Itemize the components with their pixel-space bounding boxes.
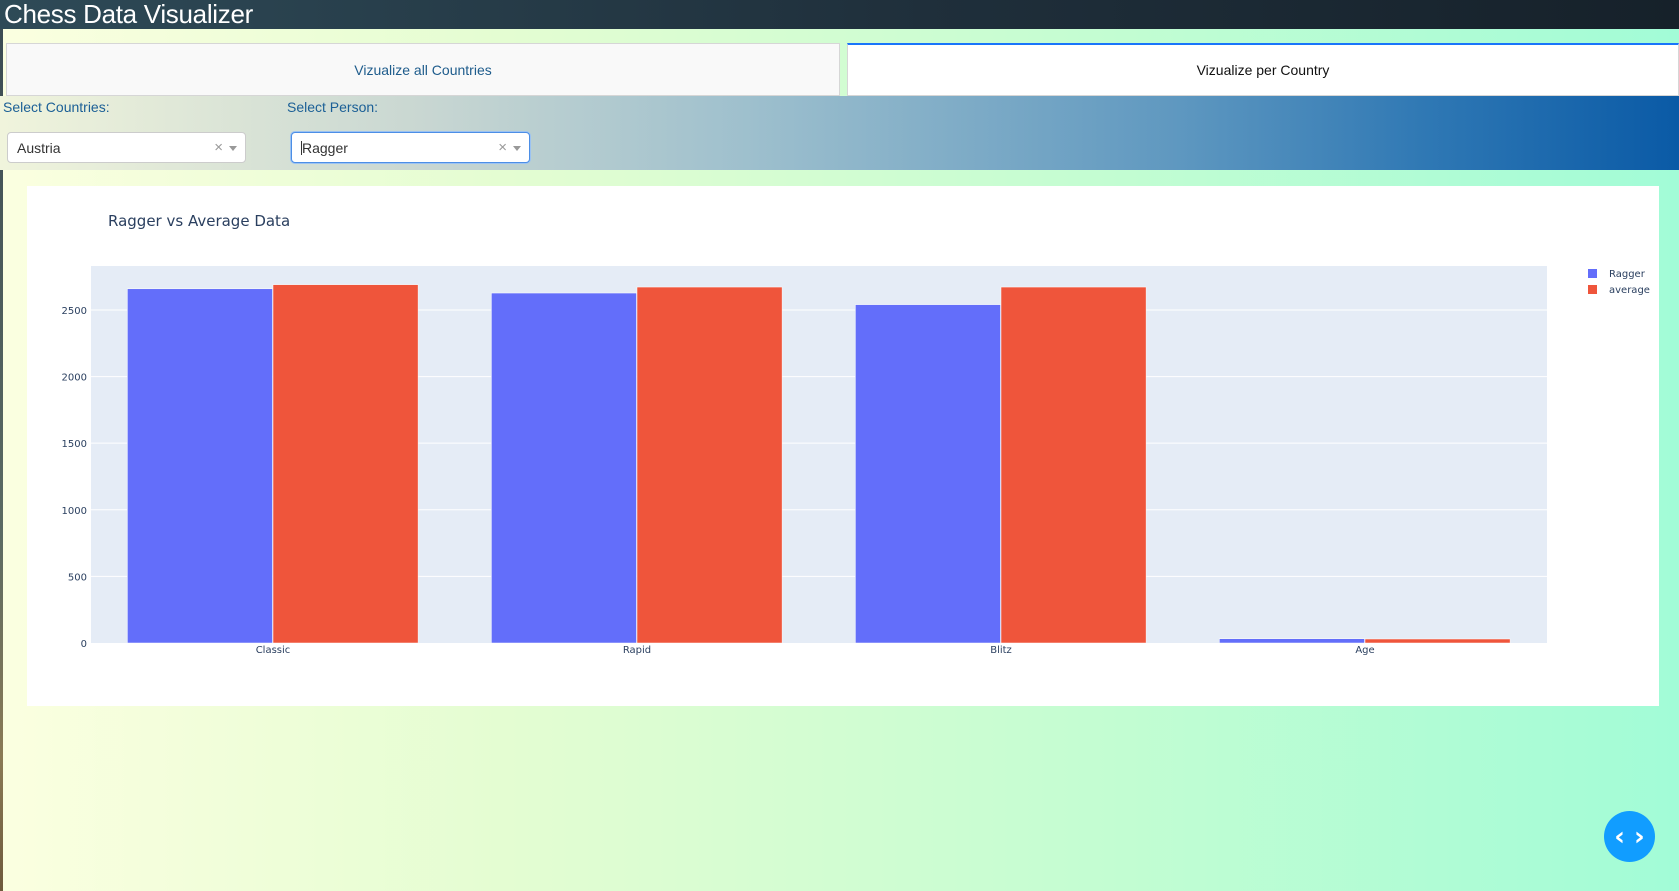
x-tick-label: Blitz xyxy=(990,645,1012,656)
y-tick-label: 500 xyxy=(68,572,87,583)
person-clear-icon[interactable]: × xyxy=(498,139,507,156)
y-tick-label: 2000 xyxy=(62,373,87,384)
chart-card: Ragger vs Average Data 0 500 1000 1500 2000 2… xyxy=(27,186,1659,706)
bar-ragger-age xyxy=(1219,638,1365,644)
tab-bar: Vizualize all Countries Vizualize per Co… xyxy=(6,43,1679,96)
legend-label-average: average xyxy=(1609,285,1650,296)
x-tick-label: Age xyxy=(1355,645,1374,656)
tab-all-countries[interactable]: Vizualize all Countries xyxy=(6,43,840,96)
countries-label: Select Countries: xyxy=(3,99,110,115)
bar-average-classic xyxy=(272,284,419,644)
country-dropdown-value: Austria xyxy=(17,140,61,156)
tab-all-countries-label: Vizualize all Countries xyxy=(354,61,492,78)
country-chevron-down-icon[interactable] xyxy=(229,146,237,151)
bar-average-rapid xyxy=(636,286,783,644)
bar-chart: 0 500 1000 1500 2000 2500 Classic Rapid Blitz Age… xyxy=(62,266,1650,656)
bar-average-blitz xyxy=(1000,286,1147,644)
person-dropdown-value: Ragger xyxy=(302,140,348,156)
legend-swatch-average xyxy=(1588,285,1597,294)
bar-average-age xyxy=(1364,638,1511,644)
person-chevron-down-icon[interactable] xyxy=(513,146,521,151)
filter-panel: Select Countries: Select Person: Austria… xyxy=(0,96,1679,170)
country-clear-icon[interactable]: × xyxy=(214,139,223,156)
y-tick-label: 1500 xyxy=(62,439,87,450)
tab-per-country-label: Vizualize per Country xyxy=(1196,62,1330,78)
y-tick-label: 1000 xyxy=(62,506,87,517)
code-toggle-button[interactable]: ‹ › xyxy=(1604,811,1655,862)
x-tick-label: Classic xyxy=(256,645,291,656)
x-tick-label: Rapid xyxy=(623,645,651,656)
bar-ragger-classic xyxy=(127,288,273,644)
y-tick-label: 0 xyxy=(81,639,87,650)
legend-label-ragger: Ragger xyxy=(1609,269,1646,280)
bar-ragger-blitz xyxy=(855,304,1001,644)
bar-ragger-rapid xyxy=(491,292,637,644)
y-tick-label: 2500 xyxy=(62,306,87,317)
legend-swatch-ragger xyxy=(1588,269,1597,278)
person-dropdown[interactable]: Ragger × xyxy=(291,132,530,163)
person-label: Select Person: xyxy=(287,99,379,115)
app-header: Chess Data Visualizer xyxy=(0,0,1679,29)
tab-per-country[interactable]: Vizualize per Country xyxy=(847,43,1679,96)
app-title: Chess Data Visualizer xyxy=(4,0,254,29)
country-dropdown[interactable]: Austria × xyxy=(7,132,246,163)
code-icon: ‹ › xyxy=(1614,821,1645,852)
person-dropdown-value-wrap: Ragger xyxy=(301,140,348,156)
